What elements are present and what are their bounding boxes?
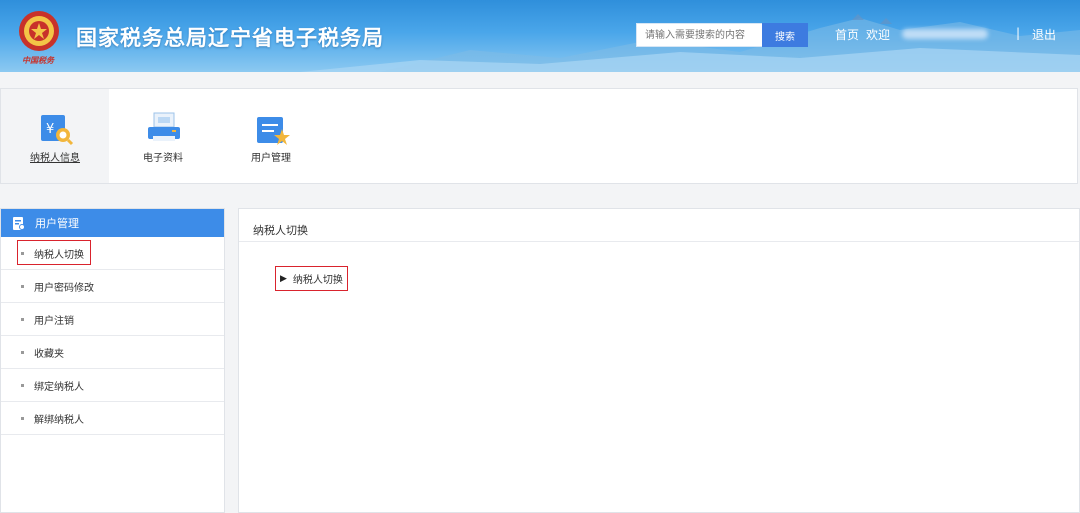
bullet-icon [21,383,24,387]
tax-emblem-logo: 中国税务 [16,8,62,68]
site-title: 国家税务总局辽宁省电子税务局 [76,26,384,50]
page-title: 纳税人切换 [253,224,308,237]
bullet-icon [21,317,24,321]
nav-user-management[interactable]: 用户管理 [217,89,325,183]
printer-icon [148,112,180,141]
sidebar-item-switch-taxpayer[interactable]: 纳税人切换 [1,237,224,270]
title-divider [239,241,1079,242]
header-banner: 中国税务 国家税务总局辽宁省电子税务局 搜索 首页 欢迎 | 退出 [0,0,1080,72]
sidebar-heading-label: 用户管理 [35,217,79,230]
sidebar-item-label: 绑定纳税人 [34,381,84,393]
nav-electronic-materials[interactable]: 电子资料 [109,89,217,183]
welcome-text: 欢迎 [866,28,891,42]
nav-label: 用户管理 [251,153,291,164]
nav-label: 纳税人信息 [30,153,80,164]
logout-link[interactable]: 退出 [1032,26,1056,43]
top-nav: ¥ 纳税人信息 电子资料 用户管理 [0,88,1078,184]
sidebar-item-favorites[interactable]: 收藏夹 [1,336,224,369]
bullet-icon [21,284,24,288]
main-panel: 纳税人切换 ▶ 纳税人切换 [238,208,1080,513]
redacted-username [902,29,988,39]
bullet-icon [21,350,24,354]
sidebar-item-label: 解绑纳税人 [34,414,84,426]
bullet-icon [21,416,24,420]
emblem-text: 中国税务 [22,56,54,65]
sidebar-heading: 用户管理 [1,209,224,237]
highlight-box [17,240,91,265]
sidebar-item-label: 用户密码修改 [34,282,94,294]
home-link[interactable]: 首页 [835,26,859,43]
sidebar-item-deregister[interactable]: 用户注销 [1,303,224,336]
sidebar-item-unbind-taxpayer[interactable]: 解绑纳税人 [1,402,224,435]
sidebar-item-bind-taxpayer[interactable]: 绑定纳税人 [1,369,224,402]
sidebar-item-label: 收藏夹 [34,348,64,360]
sidebar-item-change-password[interactable]: 用户密码修改 [1,270,224,303]
svg-text:¥: ¥ [46,122,54,137]
triangle-right-icon: ▶ [280,273,287,284]
taxpayer-info-icon: ¥ [41,115,74,146]
sidebar: 用户管理 纳税人切换 用户密码修改 用户注销 收藏夹 绑定纳税人 解绑纳税人 [0,208,225,513]
search-input[interactable] [636,23,762,47]
user-doc-icon [13,216,25,230]
search-button[interactable]: 搜索 [762,23,808,47]
nav-label: 电子资料 [143,153,183,164]
nav-taxpayer-info[interactable]: ¥ 纳税人信息 [1,89,109,183]
switch-taxpayer-link[interactable]: ▶ 纳税人切换 [275,266,348,291]
link-divider: | [1016,26,1021,40]
user-management-icon [257,117,290,145]
sidebar-item-label: 用户注销 [34,315,74,327]
switch-taxpayer-label: 纳税人切换 [292,275,343,286]
